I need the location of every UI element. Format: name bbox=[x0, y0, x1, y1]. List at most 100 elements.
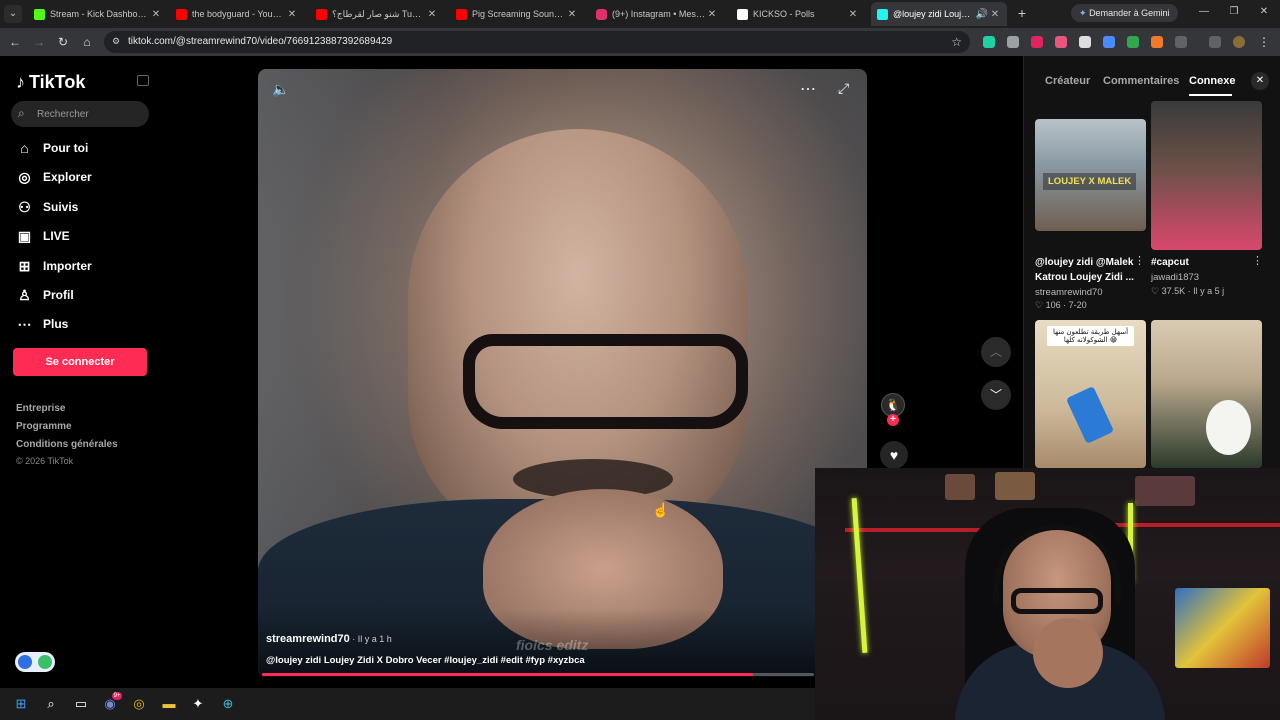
related-video-thumbnail[interactable]: LOUJEY X MALEK bbox=[1035, 119, 1146, 231]
nav-item-profil[interactable]: ♙ Profil bbox=[16, 284, 73, 306]
browser-tab[interactable]: شنو صار لقرطاج؟ Tube - ✕ bbox=[310, 2, 444, 26]
follow-plus-icon[interactable]: + bbox=[887, 414, 899, 426]
site-info-icon[interactable]: ⚙ bbox=[112, 36, 120, 47]
close-tab-icon[interactable]: ✕ bbox=[426, 9, 438, 20]
extension-icon[interactable] bbox=[1007, 36, 1019, 48]
related-video-thumbnail[interactable] bbox=[1151, 101, 1262, 250]
related-video-thumbnail[interactable]: أسهل طريقة تطلعون منها الشوكولاته كلها 😁 bbox=[1035, 320, 1146, 468]
active-tab-indicator bbox=[1189, 94, 1232, 96]
close-tab-icon[interactable]: ✕ bbox=[286, 9, 298, 20]
more-icon: ⋯ bbox=[17, 315, 32, 332]
video-description[interactable]: @loujey zidi Loujey Zidi X Dobro Vecer #… bbox=[266, 655, 585, 666]
window-close-icon[interactable]: ✕ bbox=[1256, 6, 1272, 17]
login-button[interactable]: Se connecter bbox=[13, 348, 147, 376]
browser-tab[interactable]: (9+) Instagram • Messages ✕ bbox=[590, 2, 724, 26]
new-tab-button[interactable]: + bbox=[1014, 5, 1030, 21]
video-progress-bar[interactable] bbox=[262, 673, 814, 676]
video-more-icon[interactable]: ⋮ bbox=[1252, 254, 1263, 267]
volume-icon[interactable]: 🔈 bbox=[272, 81, 289, 98]
tab-search-icon[interactable]: ⌄ bbox=[4, 5, 22, 23]
video-author[interactable]: streamrewind70 · Il y a 1 h bbox=[266, 633, 392, 645]
tab-commentaires[interactable]: Commentaires bbox=[1103, 75, 1179, 87]
tiktok-logo[interactable]: ♪ TikTok bbox=[16, 72, 85, 93]
nav-item-plus[interactable]: ⋯ Plus bbox=[16, 313, 69, 335]
profile-icon: ♙ bbox=[18, 286, 31, 303]
extension-icon[interactable] bbox=[983, 36, 995, 48]
profile-avatar[interactable] bbox=[1233, 36, 1245, 48]
previous-video-icon[interactable]: ︿ bbox=[981, 337, 1011, 367]
video-more-icon[interactable]: ⋮ bbox=[1134, 254, 1145, 267]
nav-item-importer[interactable]: ⊞ Importer bbox=[16, 255, 92, 277]
home-icon[interactable]: ⌂ bbox=[79, 34, 95, 50]
sidebar-collapse-icon[interactable] bbox=[137, 75, 149, 86]
related-video-user[interactable]: jawadi1873 bbox=[1151, 272, 1199, 283]
browser-menu-icon[interactable]: ⋮ bbox=[1256, 34, 1272, 50]
extension-icon[interactable] bbox=[1151, 36, 1163, 48]
search-input[interactable] bbox=[37, 101, 145, 127]
home-icon: ⌂ bbox=[20, 140, 29, 156]
nav-item-explorer[interactable]: ◎ Explorer bbox=[16, 166, 92, 188]
task-view-icon[interactable]: ▭ bbox=[72, 695, 90, 713]
related-video-title[interactable]: @loujey zidi @Malek Katrou Loujey Zidi .… bbox=[1035, 255, 1139, 285]
tiktok-logo-icon: ♪ bbox=[16, 72, 25, 92]
related-video-thumbnail[interactable] bbox=[1151, 320, 1262, 468]
taskbar-search-icon[interactable]: ⌕ bbox=[42, 695, 60, 713]
reading-list-icon[interactable] bbox=[1209, 36, 1221, 48]
close-tab-icon[interactable]: ✕ bbox=[566, 9, 578, 20]
windows-start-icon[interactable]: ⊞ bbox=[12, 695, 30, 713]
nav-label: Explorer bbox=[43, 170, 92, 184]
close-panel-icon[interactable]: ✕ bbox=[1251, 72, 1269, 90]
reload-icon[interactable]: ↻ bbox=[55, 34, 71, 50]
more-options-icon[interactable]: ⋯ bbox=[800, 79, 816, 99]
footer-link-programme[interactable]: Programme bbox=[16, 421, 72, 432]
post-date: Il y a 5 j bbox=[1193, 286, 1225, 296]
close-tab-icon[interactable]: ✕ bbox=[150, 9, 162, 20]
browser-tab[interactable]: the bodyguard - YouTube ✕ bbox=[170, 2, 304, 26]
minimize-icon[interactable]: — bbox=[1196, 6, 1212, 17]
bookmark-star-icon[interactable]: ☆ bbox=[951, 35, 962, 49]
shelf-item bbox=[945, 474, 975, 500]
extension-icon[interactable] bbox=[1127, 36, 1139, 48]
forward-icon[interactable]: → bbox=[31, 34, 47, 50]
next-video-icon[interactable]: ﹀ bbox=[981, 380, 1011, 410]
browser-tab-active[interactable]: @loujey zidi Loujey Zi 🔊 ✕ bbox=[871, 2, 1007, 26]
tab-createur[interactable]: Créateur bbox=[1045, 75, 1090, 87]
close-tab-icon[interactable]: ✕ bbox=[989, 9, 1001, 20]
close-tab-icon[interactable]: ✕ bbox=[706, 9, 718, 20]
search-box[interactable]: ⌕ bbox=[11, 101, 149, 127]
restore-icon[interactable]: ❐ bbox=[1226, 6, 1242, 17]
related-video-title[interactable]: #capcut bbox=[1151, 255, 1251, 270]
nav-item-pour-toi[interactable]: ⌂ Pour toi bbox=[16, 137, 88, 159]
file-explorer-icon[interactable]: ▬ bbox=[160, 695, 178, 713]
url-bar[interactable]: ⚙ tiktok.com/@streamrewind70/video/76691… bbox=[104, 31, 970, 53]
extension-icon[interactable] bbox=[1055, 36, 1067, 48]
upload-icon: ⊞ bbox=[18, 257, 31, 274]
related-video-user[interactable]: streamrewind70 bbox=[1035, 287, 1103, 298]
extensions-puzzle-icon[interactable] bbox=[1175, 36, 1187, 48]
extension-icon[interactable] bbox=[1103, 36, 1115, 48]
tab-connexe[interactable]: Connexe bbox=[1189, 75, 1235, 87]
footer-link-conditions[interactable]: Conditions générales bbox=[16, 439, 118, 450]
browser-tab[interactable]: Stream - Kick Dashboard ✕ bbox=[28, 2, 168, 26]
close-tab-icon[interactable]: ✕ bbox=[847, 9, 859, 20]
extension-icon[interactable] bbox=[1079, 36, 1091, 48]
footer-link-entreprise[interactable]: Entreprise bbox=[16, 403, 65, 414]
app-icon[interactable]: ✦ bbox=[189, 695, 207, 713]
like-heart-icon[interactable]: ♥ bbox=[880, 441, 908, 469]
back-icon[interactable]: ← bbox=[7, 34, 23, 50]
browser-tab[interactable]: KICKSO - Polls ✕ bbox=[731, 2, 865, 26]
nav-item-suivis[interactable]: ⚇ Suivis bbox=[16, 196, 78, 218]
video-player[interactable]: 🔈 ⋯ ⤢ fioics editz streamrewind70 · Il y… bbox=[258, 69, 867, 677]
app-toggle-pill[interactable] bbox=[15, 652, 55, 672]
globe-app-icon[interactable]: ⊕ bbox=[219, 695, 237, 713]
fullscreen-icon[interactable]: ⤢ bbox=[838, 80, 849, 97]
extension-icon[interactable] bbox=[1031, 36, 1043, 48]
gemini-button[interactable]: ✦ Demander à Gemini bbox=[1071, 4, 1178, 22]
url-text[interactable]: tiktok.com/@streamrewind70/video/7669123… bbox=[128, 36, 392, 47]
nav-item-live[interactable]: ▣ LIVE bbox=[16, 225, 70, 247]
speaker-icon[interactable]: 🔊 bbox=[975, 9, 989, 20]
tab-title: @loujey zidi Loujey Zi bbox=[893, 9, 975, 19]
browser-tab[interactable]: Pig Screaming Sound Effe ✕ bbox=[450, 2, 584, 26]
chrome-icon[interactable]: ◎ bbox=[130, 695, 148, 713]
author-name[interactable]: streamrewind70 bbox=[266, 633, 350, 645]
